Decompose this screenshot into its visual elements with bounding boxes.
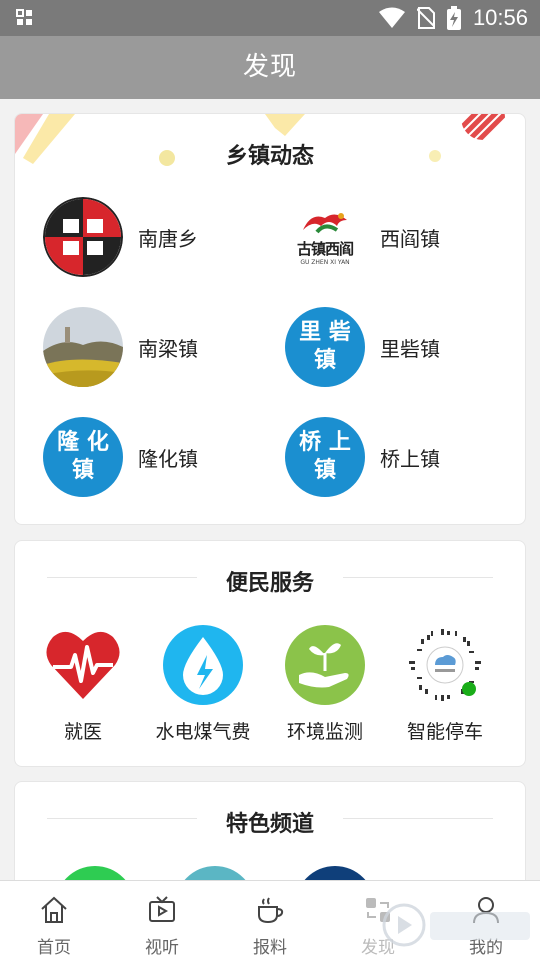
channel-icon-2[interactable] bbox=[175, 866, 255, 880]
xiyan-logo-text: 古镇西阎 bbox=[296, 240, 354, 258]
service-label: 智能停车 bbox=[406, 721, 483, 743]
service-item-environment[interactable]: 环境监测 bbox=[265, 625, 385, 744]
town-name: 南唐乡 bbox=[138, 226, 198, 251]
service-label: 水电煤气费 bbox=[155, 721, 251, 743]
town-item-xiyan[interactable]: 古镇西阎 GU ZHEN XI YAN 西阎镇 bbox=[285, 196, 515, 278]
mini-program-qr-icon bbox=[407, 627, 483, 703]
tab-report[interactable]: 报料 bbox=[216, 881, 324, 961]
town-item-nanliang[interactable]: 南梁镇 bbox=[43, 306, 273, 388]
qiaoshang-logo: 桥 上 镇 bbox=[285, 417, 365, 497]
town-item-longhua[interactable]: 隆 化 镇 隆化镇 bbox=[43, 416, 273, 498]
tab-label: 视听 bbox=[145, 938, 179, 958]
sprout-hand-icon bbox=[285, 625, 365, 705]
page-title: 发现 bbox=[0, 36, 540, 99]
tab-home[interactable]: 首页 bbox=[0, 881, 108, 961]
services-card: 便民服务 就医 水电煤气费 环境监测 智能停车 bbox=[14, 540, 526, 767]
tab-label: 报料 bbox=[253, 938, 287, 958]
lizhai-logo: 里 砦 镇 bbox=[285, 307, 365, 387]
status-bar: 10:56 bbox=[0, 0, 540, 36]
tv-icon bbox=[149, 896, 175, 922]
xiyan-logo-sub: GU ZHEN XI YAN bbox=[300, 259, 350, 266]
xiyan-logo: 古镇西阎 GU ZHEN XI YAN bbox=[285, 197, 365, 277]
featured-section-title: 特色频道 bbox=[225, 812, 314, 837]
nantang-logo bbox=[43, 197, 123, 277]
wifi-icon bbox=[378, 7, 405, 28]
longhua-logo: 隆 化 镇 bbox=[43, 417, 123, 497]
battery-charging-icon bbox=[446, 6, 461, 30]
service-label: 环境监测 bbox=[286, 721, 363, 743]
tab-av[interactable]: 视听 bbox=[108, 881, 216, 961]
towns-section-title: 乡镇动态 bbox=[225, 144, 314, 169]
towns-card: 乡镇动态 南唐乡 古镇西阎 GU ZHEN XI YAN 西阎镇 南梁镇 里 砦… bbox=[14, 113, 526, 525]
discover-content[interactable]: 乡镇动态 南唐乡 古镇西阎 GU ZHEN XI YAN 西阎镇 南梁镇 里 砦… bbox=[0, 99, 540, 880]
app-grid-icon bbox=[16, 9, 32, 25]
town-name: 南梁镇 bbox=[138, 336, 198, 361]
heart-pulse-icon bbox=[46, 631, 120, 699]
coffee-cup-icon bbox=[258, 897, 284, 924]
home-icon bbox=[41, 896, 67, 923]
town-name: 西阎镇 bbox=[380, 226, 440, 251]
town-name: 里砦镇 bbox=[380, 336, 440, 361]
featured-card: 特色频道 bbox=[14, 781, 526, 880]
channel-icon-1[interactable] bbox=[55, 866, 135, 880]
town-name: 桥上镇 bbox=[380, 446, 440, 471]
status-time: 10:56 bbox=[472, 5, 528, 30]
channel-icon-3[interactable] bbox=[295, 866, 375, 880]
town-item-nantang[interactable]: 南唐乡 bbox=[43, 196, 273, 278]
town-item-lizhai[interactable]: 里 砦 镇 里砦镇 bbox=[285, 306, 515, 388]
bottom-tab-bar: 首页 视听 报料 发现 我的 bbox=[0, 880, 540, 961]
dragon-emblem-icon bbox=[303, 213, 347, 234]
service-item-utilities[interactable]: 水电煤气费 bbox=[143, 625, 263, 744]
nanliang-photo bbox=[43, 307, 123, 387]
service-label: 就医 bbox=[63, 721, 102, 743]
no-sim-icon bbox=[416, 7, 435, 29]
service-item-medical[interactable]: 就医 bbox=[23, 625, 143, 744]
town-item-qiaoshang[interactable]: 桥 上 镇 桥上镇 bbox=[285, 416, 515, 498]
water-power-icon bbox=[163, 625, 243, 705]
service-item-parking[interactable]: 智能停车 bbox=[385, 625, 505, 744]
tab-label: 首页 bbox=[37, 938, 71, 958]
town-name: 隆化镇 bbox=[138, 446, 198, 471]
watermark-logo bbox=[382, 903, 530, 947]
services-section-title: 便民服务 bbox=[225, 571, 314, 596]
